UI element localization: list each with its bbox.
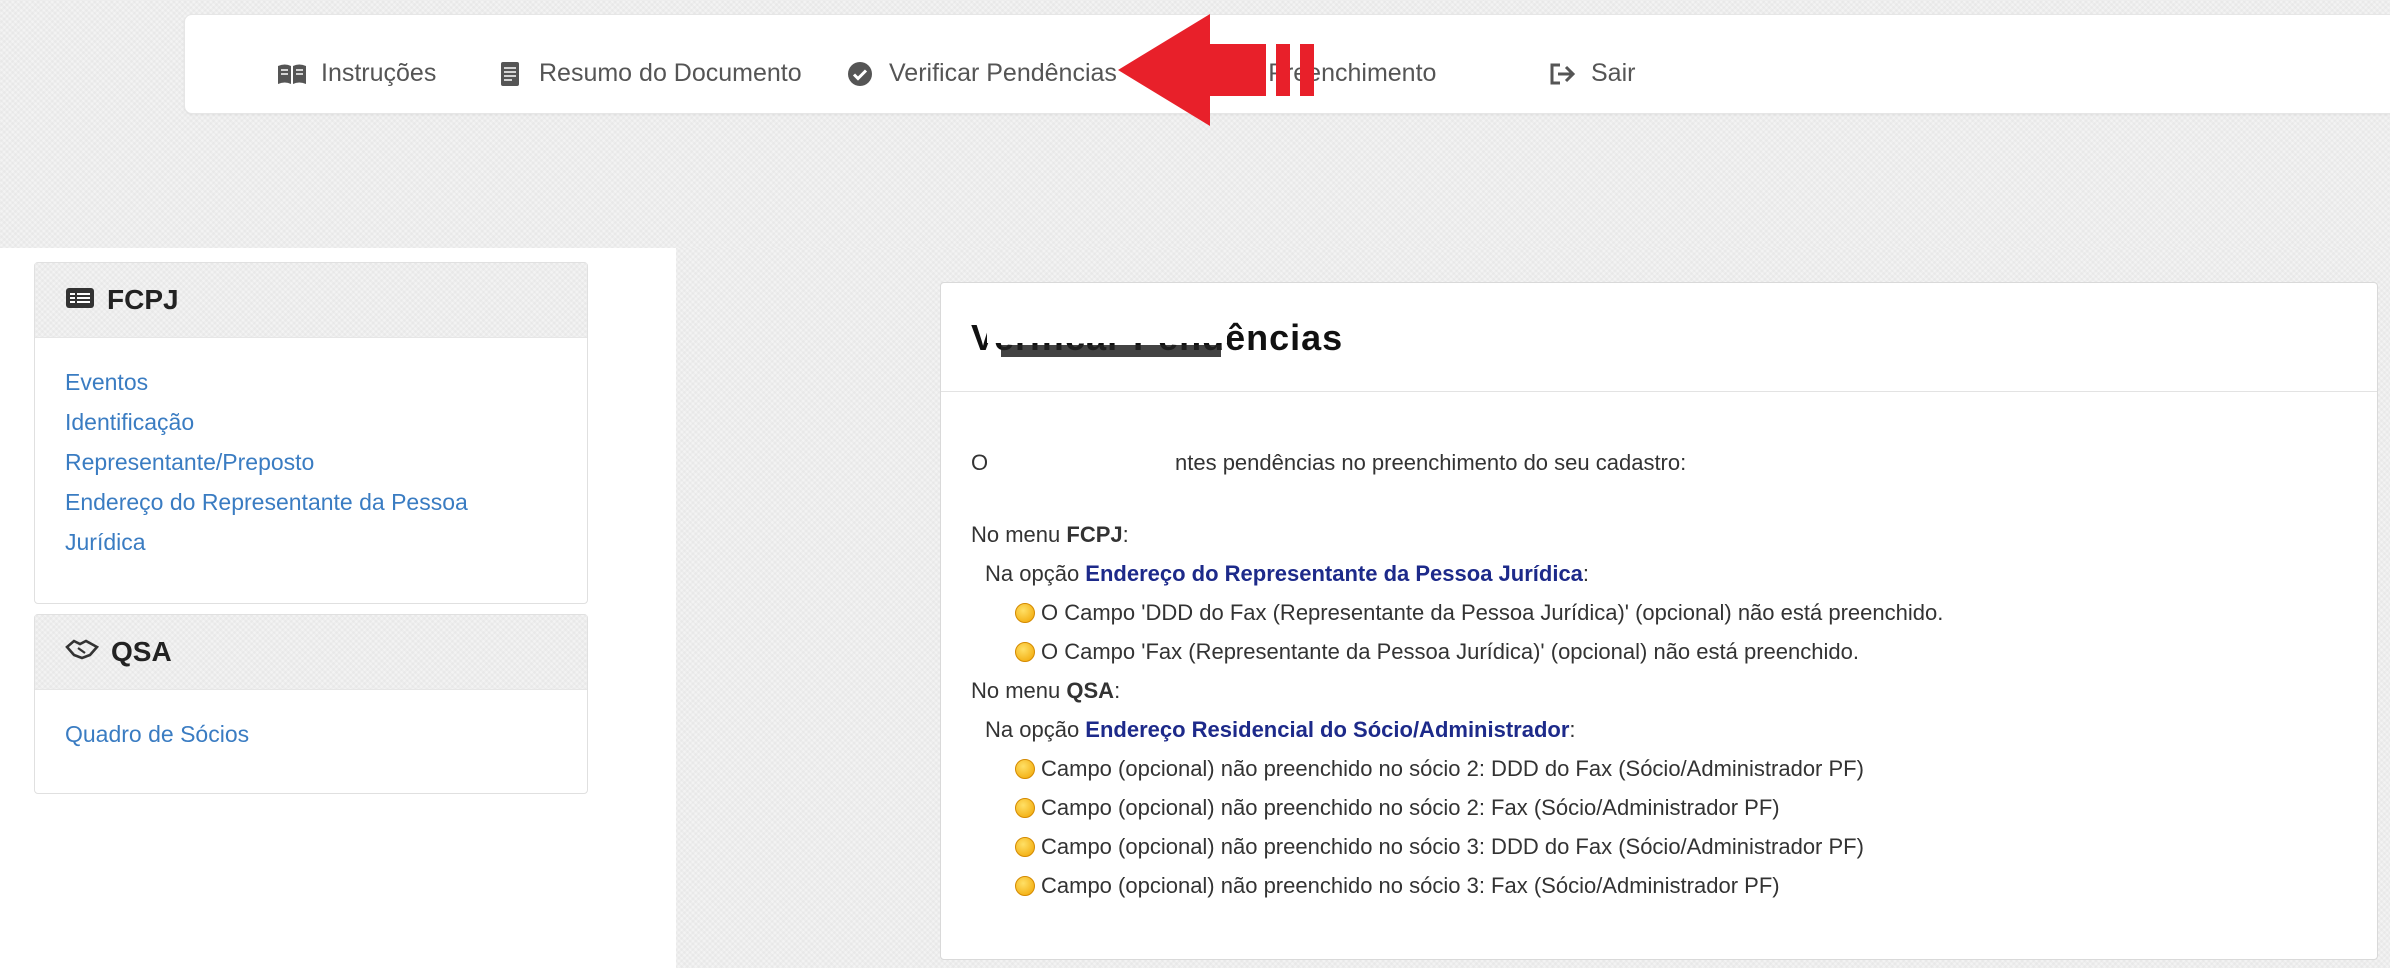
- warning-dot-icon: [1015, 641, 1035, 662]
- nav-sair[interactable]: Sair: [1547, 59, 1635, 88]
- nav-instrucoes[interactable]: Instruções: [277, 59, 436, 88]
- warning-dot-icon: [1015, 758, 1035, 779]
- document-icon: [495, 61, 525, 87]
- book-icon: [277, 61, 307, 87]
- nav-verificar-pendencias[interactable]: Verificar Pendências: [845, 59, 1117, 88]
- qsa-links: Quadro de Sócios: [35, 690, 587, 778]
- fcpj-title: FCPJ: [107, 284, 179, 315]
- pendencia-item: O Campo 'Fax (Representante da Pessoa Ju…: [971, 632, 1943, 671]
- warning-dot-icon: [1015, 797, 1035, 818]
- nav-label: Resumo do Documento: [539, 59, 802, 87]
- red-arrow-annotation: [1118, 14, 1314, 126]
- link-identificacao[interactable]: Identificação: [65, 402, 495, 442]
- intro-start: O: [971, 450, 989, 475]
- qsa-panel: QSA Quadro de Sócios: [34, 614, 588, 794]
- pendencia-item: Campo (opcional) não preenchido no sócio…: [971, 788, 1943, 827]
- menu-name: FCPJ: [1066, 522, 1123, 547]
- menu-line: No menu FCPJ:: [971, 522, 1129, 547]
- nav-label: Instruções: [321, 59, 437, 87]
- option-name: Endereço Residencial do Sócio/Administra…: [1085, 717, 1570, 742]
- nav-resumo-documento[interactable]: Resumo do Documento: [495, 59, 802, 88]
- nav-label: Sair: [1591, 59, 1636, 87]
- intro-text: O ntes pendências no preenchimento do se…: [971, 437, 1943, 491]
- qsa-title: QSA: [111, 636, 172, 667]
- warning-dot-icon: [1015, 602, 1035, 623]
- option-line: Na opção Endereço do Representante da Pe…: [985, 561, 1590, 586]
- pendencia-item: O Campo 'DDD do Fax (Representante da Pe…: [971, 593, 1943, 632]
- title-redaction-strip: [1001, 345, 1221, 357]
- pendencia-item: Campo (opcional) não preenchido no sócio…: [971, 866, 1943, 905]
- card-header: Verificar Pendências: [941, 283, 2377, 392]
- link-endereco-representante[interactable]: Endereço do Representante da Pessoa Jurí…: [65, 482, 495, 562]
- intro-redaction: [987, 437, 1177, 491]
- handshake-icon: [65, 636, 100, 668]
- title-redaction: [987, 315, 1227, 343]
- fcpj-panel: FCPJ Eventos Identificação Representante…: [34, 262, 588, 604]
- pendencia-item: Campo (opcional) não preenchido no sócio…: [971, 827, 1943, 866]
- pendencias-card: Verificar Pendências O ntes pendências n…: [940, 282, 2378, 960]
- option-name: Endereço do Representante da Pessoa Jurí…: [1085, 561, 1583, 586]
- qsa-panel-header: QSA: [35, 615, 587, 690]
- menu-line: No menu QSA:: [971, 678, 1121, 703]
- menu-name: QSA: [1066, 678, 1115, 703]
- link-quadro-socios[interactable]: Quadro de Sócios: [65, 714, 557, 754]
- pendencia-item: Campo (opcional) não preenchido no sócio…: [971, 749, 1943, 788]
- link-representante-preposto[interactable]: Representante/Preposto: [65, 442, 495, 482]
- fcpj-links: Eventos Identificação Representante/Prep…: [35, 338, 525, 586]
- warning-dot-icon: [1015, 875, 1035, 896]
- list-card-icon: [65, 284, 95, 316]
- link-eventos[interactable]: Eventos: [65, 362, 495, 402]
- option-line: Na opção Endereço Residencial do Sócio/A…: [985, 717, 1576, 742]
- warning-dot-icon: [1015, 836, 1035, 857]
- fcpj-panel-header: FCPJ: [35, 263, 587, 338]
- nav-label: Verificar Pendências: [889, 59, 1117, 87]
- pendencias-list: O ntes pendências no preenchimento do se…: [971, 437, 1943, 905]
- check-circle-icon: [845, 61, 875, 87]
- intro-end: ntes pendências no preenchimento do seu …: [1175, 450, 1687, 475]
- logout-icon: [1547, 61, 1577, 87]
